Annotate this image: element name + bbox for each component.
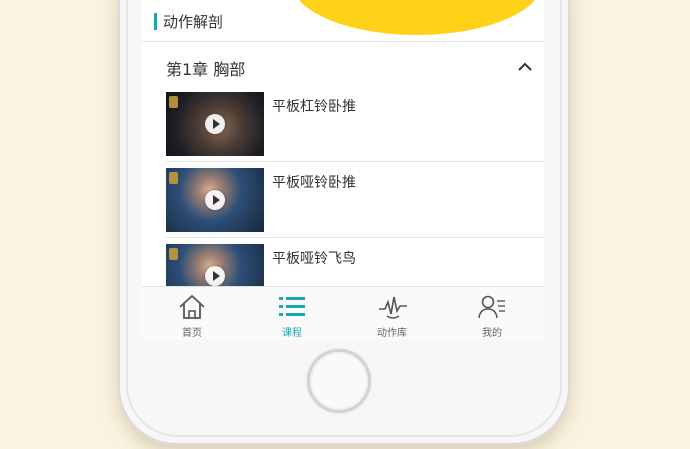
home-icon	[179, 294, 205, 319]
item-title: 平板哑铃飞鸟	[272, 251, 356, 267]
chapter-title: 第1章 胸部	[166, 60, 246, 79]
tab-exercise-library[interactable]: 动作库	[342, 287, 442, 340]
tab-courses[interactable]: 课程	[242, 287, 342, 340]
item-title: 平板杠铃卧推	[272, 99, 356, 115]
tab-profile[interactable]: 我的	[442, 287, 542, 340]
list-item[interactable]: 平板哑铃卧推	[142, 168, 544, 238]
tab-label: 首页	[182, 328, 202, 339]
pulse-icon	[379, 296, 407, 319]
chevron-up-icon[interactable]	[518, 60, 532, 74]
tab-bar: 首页 课程 动作库 我的	[142, 286, 544, 340]
tab-label: 动作库	[377, 328, 407, 339]
divider	[166, 237, 544, 238]
list-icon	[279, 297, 305, 316]
play-icon[interactable]	[205, 266, 225, 286]
video-thumbnail[interactable]	[166, 92, 264, 156]
divider	[166, 161, 544, 162]
accent-bar	[154, 13, 157, 30]
video-thumbnail[interactable]	[166, 168, 264, 232]
tab-label: 课程	[282, 328, 302, 339]
chapter-row[interactable]: 第1章 胸部	[142, 44, 544, 88]
play-icon[interactable]	[205, 190, 225, 210]
section-title: 动作解剖	[163, 13, 224, 31]
item-title: 平板哑铃卧推	[272, 175, 356, 191]
tab-home[interactable]: 首页	[142, 287, 242, 340]
home-button[interactable]	[307, 349, 371, 413]
play-icon[interactable]	[205, 114, 225, 134]
logo-icon	[169, 96, 178, 108]
profile-icon	[478, 295, 505, 319]
phone-screen: 动作解剖 第1章 胸部 平板杠铃卧推 平板哑铃卧推 平板哑铃飞鸟 首页 课程 动…	[142, 0, 544, 340]
logo-icon	[169, 172, 178, 184]
list-item[interactable]: 平板杠铃卧推	[142, 92, 544, 162]
logo-icon	[169, 248, 178, 260]
tab-label: 我的	[482, 328, 502, 339]
